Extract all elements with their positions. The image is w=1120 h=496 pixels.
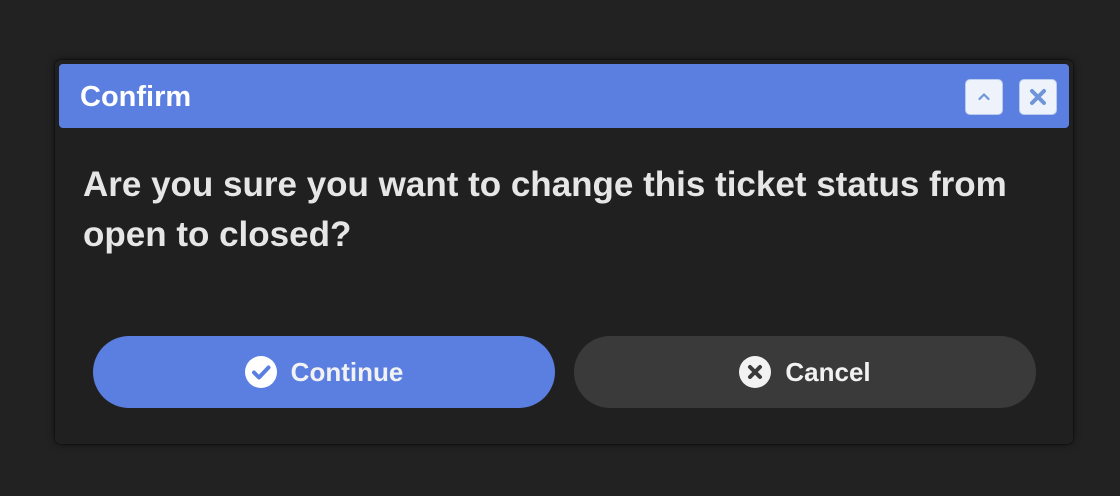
dialog-titlebar: Confirm: [59, 64, 1069, 128]
cancel-label: Cancel: [785, 356, 871, 387]
cancel-button[interactable]: Cancel: [574, 336, 1036, 408]
dialog-message: Are you sure you want to change this tic…: [83, 165, 1007, 254]
check-circle-icon: [244, 356, 277, 388]
close-button[interactable]: [1019, 79, 1057, 115]
continue-button[interactable]: Continue: [93, 336, 555, 408]
close-circle-icon: [739, 356, 772, 388]
dialog-title: Confirm: [80, 81, 192, 113]
confirm-dialog: Confirm Are you sure you want to change …: [55, 60, 1073, 444]
continue-label: Continue: [290, 356, 404, 387]
collapse-button[interactable]: [965, 79, 1003, 115]
